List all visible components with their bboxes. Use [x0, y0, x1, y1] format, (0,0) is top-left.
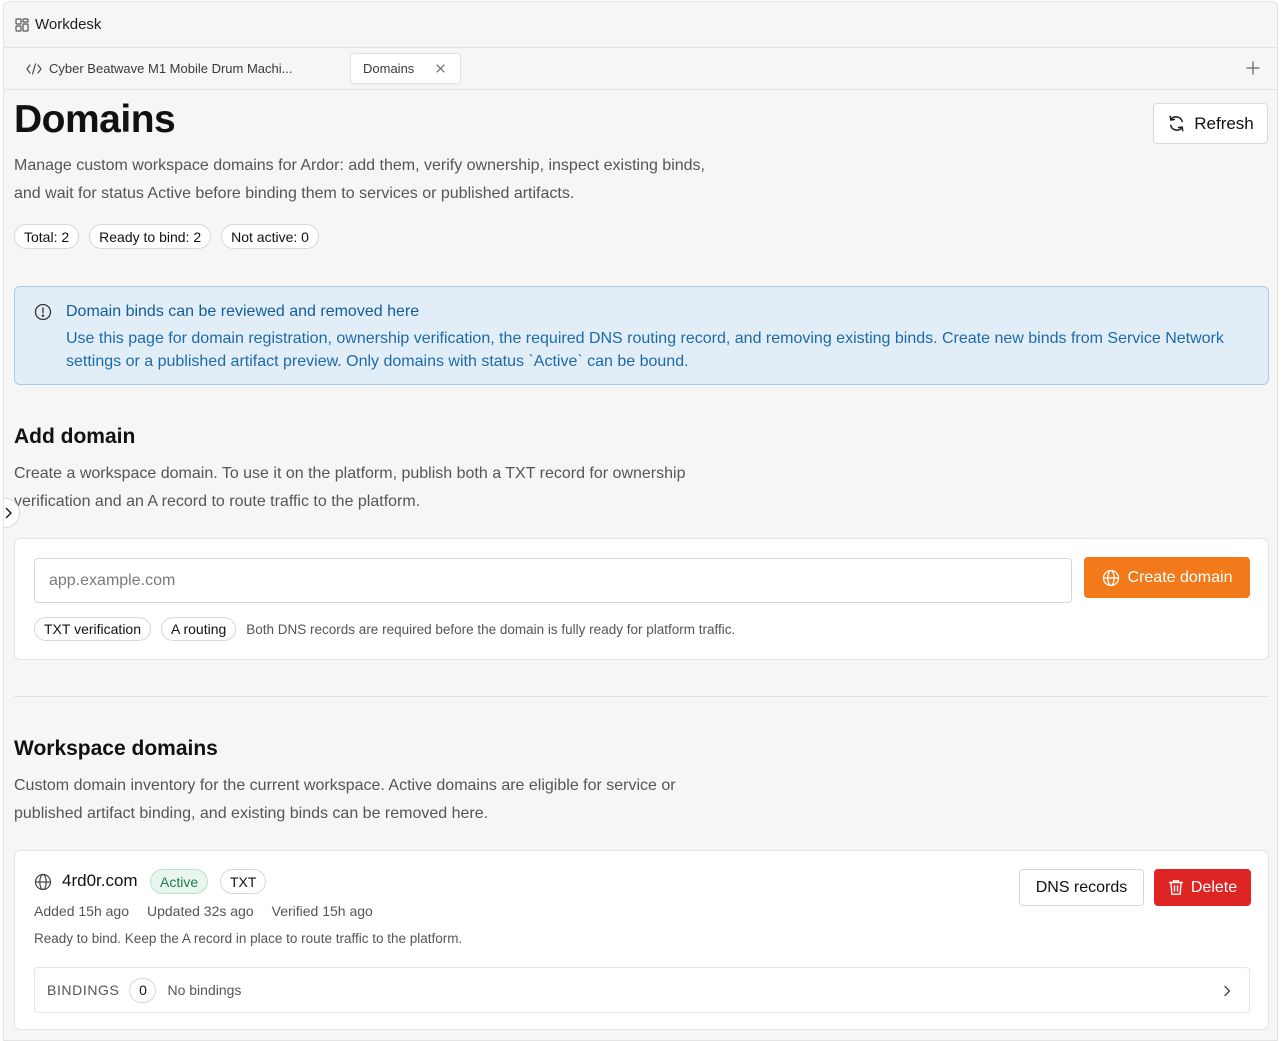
add-domain-card: Create domain TXT verification A routing… [14, 538, 1269, 660]
bindings-label: BINDINGS [47, 982, 120, 998]
info-title: Domain binds can be reviewed and removed… [66, 303, 420, 320]
tag-txt-verification: TXT verification [34, 617, 151, 641]
dns-requirement-note: Both DNS records are required before the… [246, 621, 736, 637]
new-tab-plus-icon[interactable] [1245, 60, 1261, 76]
app-window: Workdesk Cyber Beatwave M1 Mobile Drum M… [3, 1, 1278, 1041]
chevron-right-icon [5, 507, 12, 519]
close-icon[interactable] [435, 63, 446, 74]
bindings-row[interactable]: BINDINGS 0 No bindings [34, 967, 1250, 1013]
code-icon [26, 62, 42, 75]
page-title: Domains [14, 98, 176, 141]
domain-status-note: Ready to bind. Keep the A record in plac… [34, 931, 463, 946]
globe-icon [34, 873, 52, 891]
delete-domain-button[interactable]: Delete [1154, 869, 1251, 906]
record-badge: TXT [220, 869, 267, 894]
app-title: Workdesk [35, 16, 102, 33]
info-callout: Domain binds can be reviewed and removed… [14, 286, 1269, 385]
delete-label: Delete [1190, 878, 1238, 896]
tag-a-routing: A routing [161, 617, 237, 641]
tab-label: Cyber Beatwave M1 Mobile Drum Machi... [49, 61, 293, 76]
added-time: Added 15h ago [34, 903, 129, 919]
bindings-count: 0 [129, 977, 157, 1003]
add-domain-description: Create a workspace domain. To use it on … [14, 465, 686, 510]
create-domain-button[interactable]: Create domain [1084, 557, 1250, 598]
updated-time: Updated 32s ago [146, 903, 254, 919]
domain-name: 4rd0r.com [62, 871, 138, 890]
refresh-icon [1169, 115, 1184, 132]
section-divider [14, 696, 1269, 697]
chevron-right-icon [1224, 985, 1231, 997]
page-description: Manage custom workspace domains for Ardo… [14, 157, 705, 202]
refresh-button[interactable]: Refresh [1153, 103, 1268, 144]
domain-card: 4rd0r.com Active TXT Added 15h ago Updat… [14, 850, 1269, 1030]
title-bar: Workdesk [4, 2, 1277, 48]
trash-icon [1168, 880, 1184, 895]
status-badge: Active [150, 869, 209, 894]
create-domain-label: Create domain [1127, 568, 1233, 586]
stats-pills: Total: 2 Ready to bind: 2 Not active: 0 [14, 224, 319, 249]
globe-icon [1102, 569, 1119, 586]
domain-meta: Added 15h ago Updated 32s ago Verified 1… [34, 903, 373, 919]
stat-total: Total: 2 [14, 224, 80, 249]
bindings-empty-text: No bindings [167, 982, 242, 998]
dns-requirement-tags: TXT verification A routing Both DNS reco… [34, 617, 735, 641]
verified-time: Verified 15h ago [271, 903, 373, 919]
tab-bar: Cyber Beatwave M1 Mobile Drum Machi... D… [4, 48, 1277, 90]
tab-label: Domains [363, 61, 415, 76]
tab-drum-machine[interactable]: Cyber Beatwave M1 Mobile Drum Machi... [16, 53, 346, 84]
dns-records-button[interactable]: DNS records [1019, 869, 1144, 906]
stat-ready: Ready to bind: 2 [89, 224, 212, 249]
apps-grid-icon [15, 17, 29, 32]
add-domain-title: Add domain [14, 425, 136, 448]
refresh-label: Refresh [1194, 113, 1254, 133]
info-body: Use this page for domain registration, o… [66, 330, 1224, 370]
tab-domains[interactable]: Domains [350, 53, 461, 84]
main-content: Domains Refresh Manage custom workspace … [4, 90, 1277, 1040]
dns-records-label: DNS records [1035, 878, 1128, 896]
workspace-domains-title: Workspace domains [14, 737, 218, 760]
workspace-domains-description: Custom domain inventory for the current … [14, 777, 676, 822]
info-icon [34, 303, 52, 321]
domain-input[interactable] [34, 558, 1072, 603]
stat-not-active: Not active: 0 [221, 224, 319, 249]
